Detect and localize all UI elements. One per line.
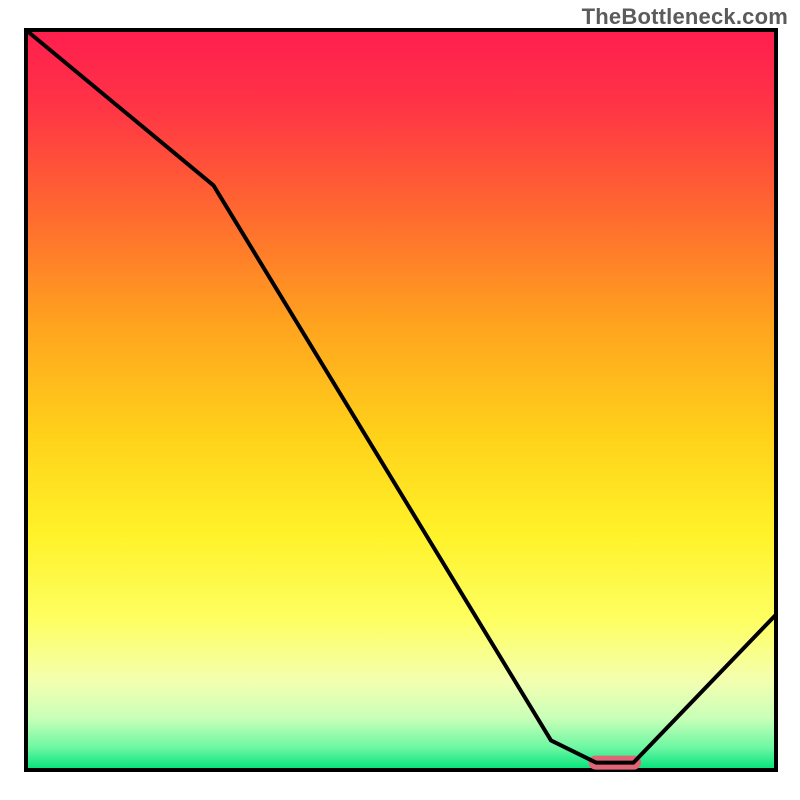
- bottleneck-chart: [0, 0, 800, 800]
- attribution-label: TheBottleneck.com: [582, 4, 788, 30]
- heat-gradient: [26, 30, 776, 770]
- chart-container: { "attribution": "TheBottleneck.com", "c…: [0, 0, 800, 800]
